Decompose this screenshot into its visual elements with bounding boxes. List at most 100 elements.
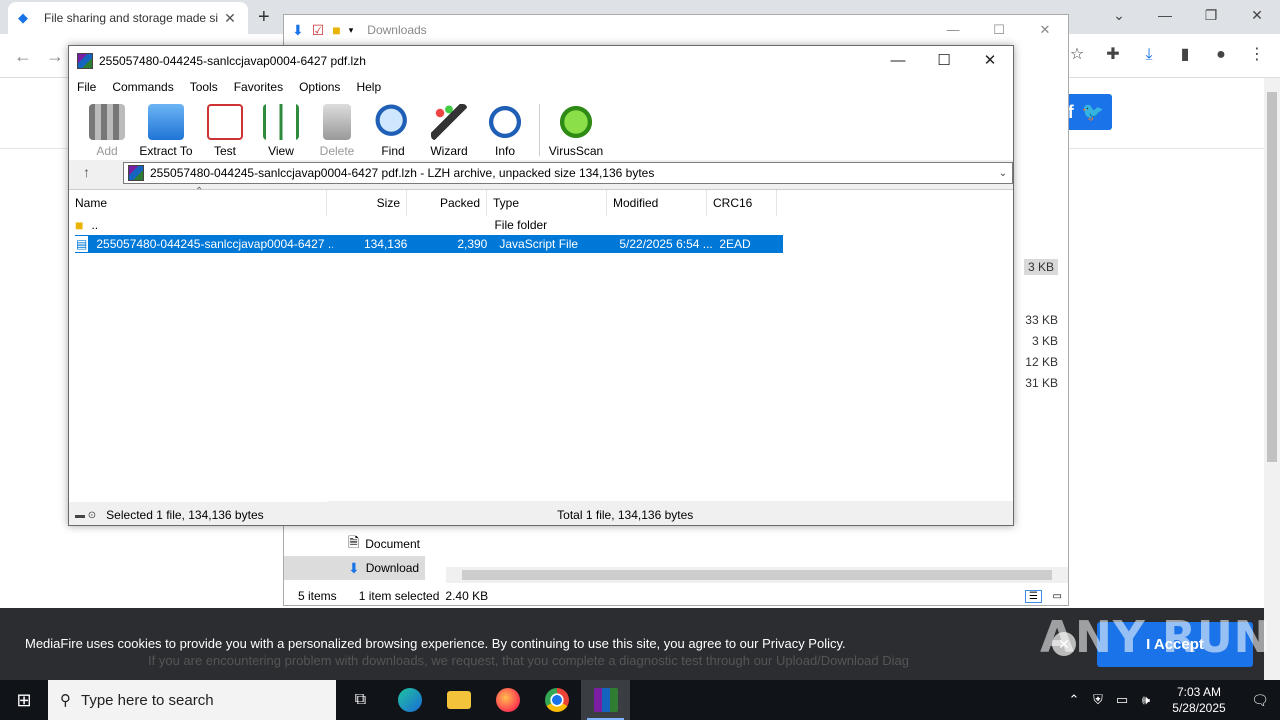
scrollbar-thumb[interactable]	[1267, 92, 1277, 462]
delete-button[interactable]: Delete	[309, 98, 365, 158]
side-panel-icon[interactable]: ▮	[1172, 42, 1198, 68]
menu-help[interactable]: Help	[356, 80, 381, 94]
table-row[interactable]: ■ .. File folder	[75, 216, 778, 234]
extract-icon	[148, 104, 184, 140]
scrollbar-thumb[interactable]	[462, 570, 1052, 580]
chevron-down-icon[interactable]: ⌄	[994, 168, 1012, 179]
details-view-icon[interactable]: ☰	[1025, 589, 1042, 603]
system-tray: ⌃ ⛨ ▭ 🕪 7:03 AM 5/28/2025 🗨	[1062, 680, 1280, 720]
folder-icon[interactable]: ■	[332, 22, 340, 38]
taskbar-winrar[interactable]	[581, 680, 630, 720]
extensions-icon[interactable]: ✚	[1100, 42, 1126, 68]
maximize-icon[interactable]: ☐	[976, 15, 1022, 45]
column-crc16[interactable]: CRC16	[707, 190, 777, 216]
large-icons-view-icon[interactable]: ▭	[1053, 591, 1062, 602]
taskbar-search[interactable]: ⚲ Type here to search	[48, 680, 336, 720]
search-placeholder: Type here to search	[81, 691, 214, 709]
winrar-window: 255057480-044245-sanlccjavap0004-6427 pd…	[68, 45, 1014, 526]
explorer-window-controls: — ☐ ✕	[930, 15, 1068, 45]
taskbar: ⊞ ⚲ Type here to search ⧉ ⌃ ⛨ ▭ 🕪 7:03 A…	[0, 680, 1280, 720]
properties-icon[interactable]: ☑	[312, 22, 325, 39]
winrar-logo-icon	[77, 53, 93, 69]
download-icon[interactable]: ⤓	[1136, 42, 1162, 68]
info-button[interactable]: Info	[477, 98, 533, 158]
taskbar-file-explorer[interactable]	[434, 680, 483, 720]
horizontal-scrollbar[interactable]	[446, 567, 1068, 583]
download-arrow-icon: ⬇	[348, 559, 360, 576]
column-type[interactable]: Type	[487, 190, 607, 216]
file-size: 33 KB	[1025, 313, 1058, 327]
close-icon[interactable]: ✕	[1234, 0, 1280, 30]
browser-window-controls: ⌄ — ❐ ✕	[1096, 0, 1280, 30]
file-size: 3 KB	[1031, 334, 1058, 348]
customize-qa-icon[interactable]: ▾	[349, 25, 354, 36]
browser-tab[interactable]: ◆ File sharing and storage made si ✕	[8, 2, 248, 34]
test-button[interactable]: Test	[197, 98, 253, 158]
nav-item-label: Document	[365, 537, 420, 551]
table-row[interactable]: ▤ 255057480-044245-sanlccjavap0004-6427 …	[75, 235, 784, 253]
twitter-icon[interactable]: 🐦	[1082, 102, 1104, 123]
start-button[interactable]: ⊞	[0, 680, 48, 720]
winrar-address-bar: ↑ 255057480-044245-sanlccjavap0004-6427 …	[69, 160, 1013, 186]
page-scrollbar[interactable]	[1264, 78, 1280, 680]
nav-item-downloads[interactable]: ⬇ Download	[284, 556, 425, 580]
column-size[interactable]: Size	[327, 190, 407, 216]
taskbar-chrome[interactable]	[532, 680, 581, 720]
chevron-up-icon[interactable]: ⌃	[1062, 692, 1086, 708]
extract-to-button[interactable]: Extract To	[135, 98, 197, 158]
wizard-button[interactable]: Wizard	[421, 98, 477, 158]
archive-path: 255057480-044245-sanlccjavap0004-6427 pd…	[150, 166, 655, 180]
folder-icon	[446, 691, 471, 709]
menu-tools[interactable]: Tools	[190, 80, 218, 94]
add-button[interactable]: Add	[79, 98, 135, 158]
file-list-header: Name Size Packed Type Modified CRC16	[69, 190, 1013, 216]
clock[interactable]: 7:03 AM 5/28/2025	[1158, 684, 1240, 716]
close-icon[interactable]: ✕	[967, 46, 1013, 76]
taskbar-edge[interactable]	[385, 680, 434, 720]
find-button[interactable]: Find	[365, 98, 421, 158]
sort-arrow-icon: ⌃	[195, 186, 204, 197]
view-button[interactable]: View	[253, 98, 309, 158]
winrar-toolbar: Add Extract To Test View Delete Find Wiz…	[69, 98, 1013, 160]
winrar-window-controls: — ☐ ✕	[875, 46, 1013, 76]
back-icon[interactable]: ←	[14, 46, 32, 67]
virusscan-button[interactable]: VirusScan	[546, 98, 606, 158]
info-label: Info	[494, 144, 515, 158]
menu-file[interactable]: File	[77, 80, 96, 94]
network-icon[interactable]: ▭	[1110, 692, 1134, 708]
column-packed[interactable]: Packed	[407, 190, 487, 216]
close-tab-icon[interactable]: ✕	[222, 10, 238, 27]
menu-favorites[interactable]: Favorites	[234, 80, 283, 94]
task-view-button[interactable]: ⧉	[336, 680, 385, 720]
new-tab-button[interactable]: +	[258, 6, 270, 29]
minimize-icon[interactable]: —	[930, 15, 976, 45]
notification-icon[interactable]: 🗨	[1240, 692, 1280, 709]
nav-item-documents[interactable]: 🗎 Document	[284, 532, 425, 556]
close-icon[interactable]: ✕	[1022, 15, 1068, 45]
add-label: Add	[96, 144, 118, 158]
archive-path-box[interactable]: 255057480-044245-sanlccjavap0004-6427 pd…	[123, 162, 1013, 184]
taskbar-firefox[interactable]	[483, 680, 532, 720]
delete-icon	[323, 104, 351, 140]
menu-options[interactable]: Options	[299, 80, 340, 94]
tab-search-icon[interactable]: ⌄	[1096, 0, 1142, 30]
archive-icon	[128, 165, 144, 181]
column-modified[interactable]: Modified	[607, 190, 707, 216]
minimize-icon[interactable]: —	[875, 46, 921, 76]
winrar-icon	[593, 688, 618, 712]
minimize-icon[interactable]: —	[1142, 0, 1188, 30]
browser-toolbar-icons: ? ☆ ✚ ⤓ ▮ ● ⋮	[1036, 42, 1270, 68]
security-icon[interactable]: ⛨	[1086, 692, 1110, 708]
explorer-title: Downloads	[367, 23, 427, 37]
task-view-icon: ⧉	[354, 691, 367, 708]
up-folder-icon[interactable]: ↑	[83, 164, 90, 180]
forward-icon[interactable]: →	[46, 46, 64, 67]
volume-icon[interactable]: 🕪	[1134, 692, 1158, 708]
maximize-icon[interactable]: ☐	[921, 46, 967, 76]
find-icon	[375, 104, 411, 140]
edge-icon	[397, 688, 422, 712]
restore-icon[interactable]: ❐	[1188, 0, 1234, 30]
menu-commands[interactable]: Commands	[112, 80, 173, 94]
profile-icon[interactable]: ●	[1208, 42, 1234, 68]
menu-icon[interactable]: ⋮	[1244, 42, 1270, 68]
